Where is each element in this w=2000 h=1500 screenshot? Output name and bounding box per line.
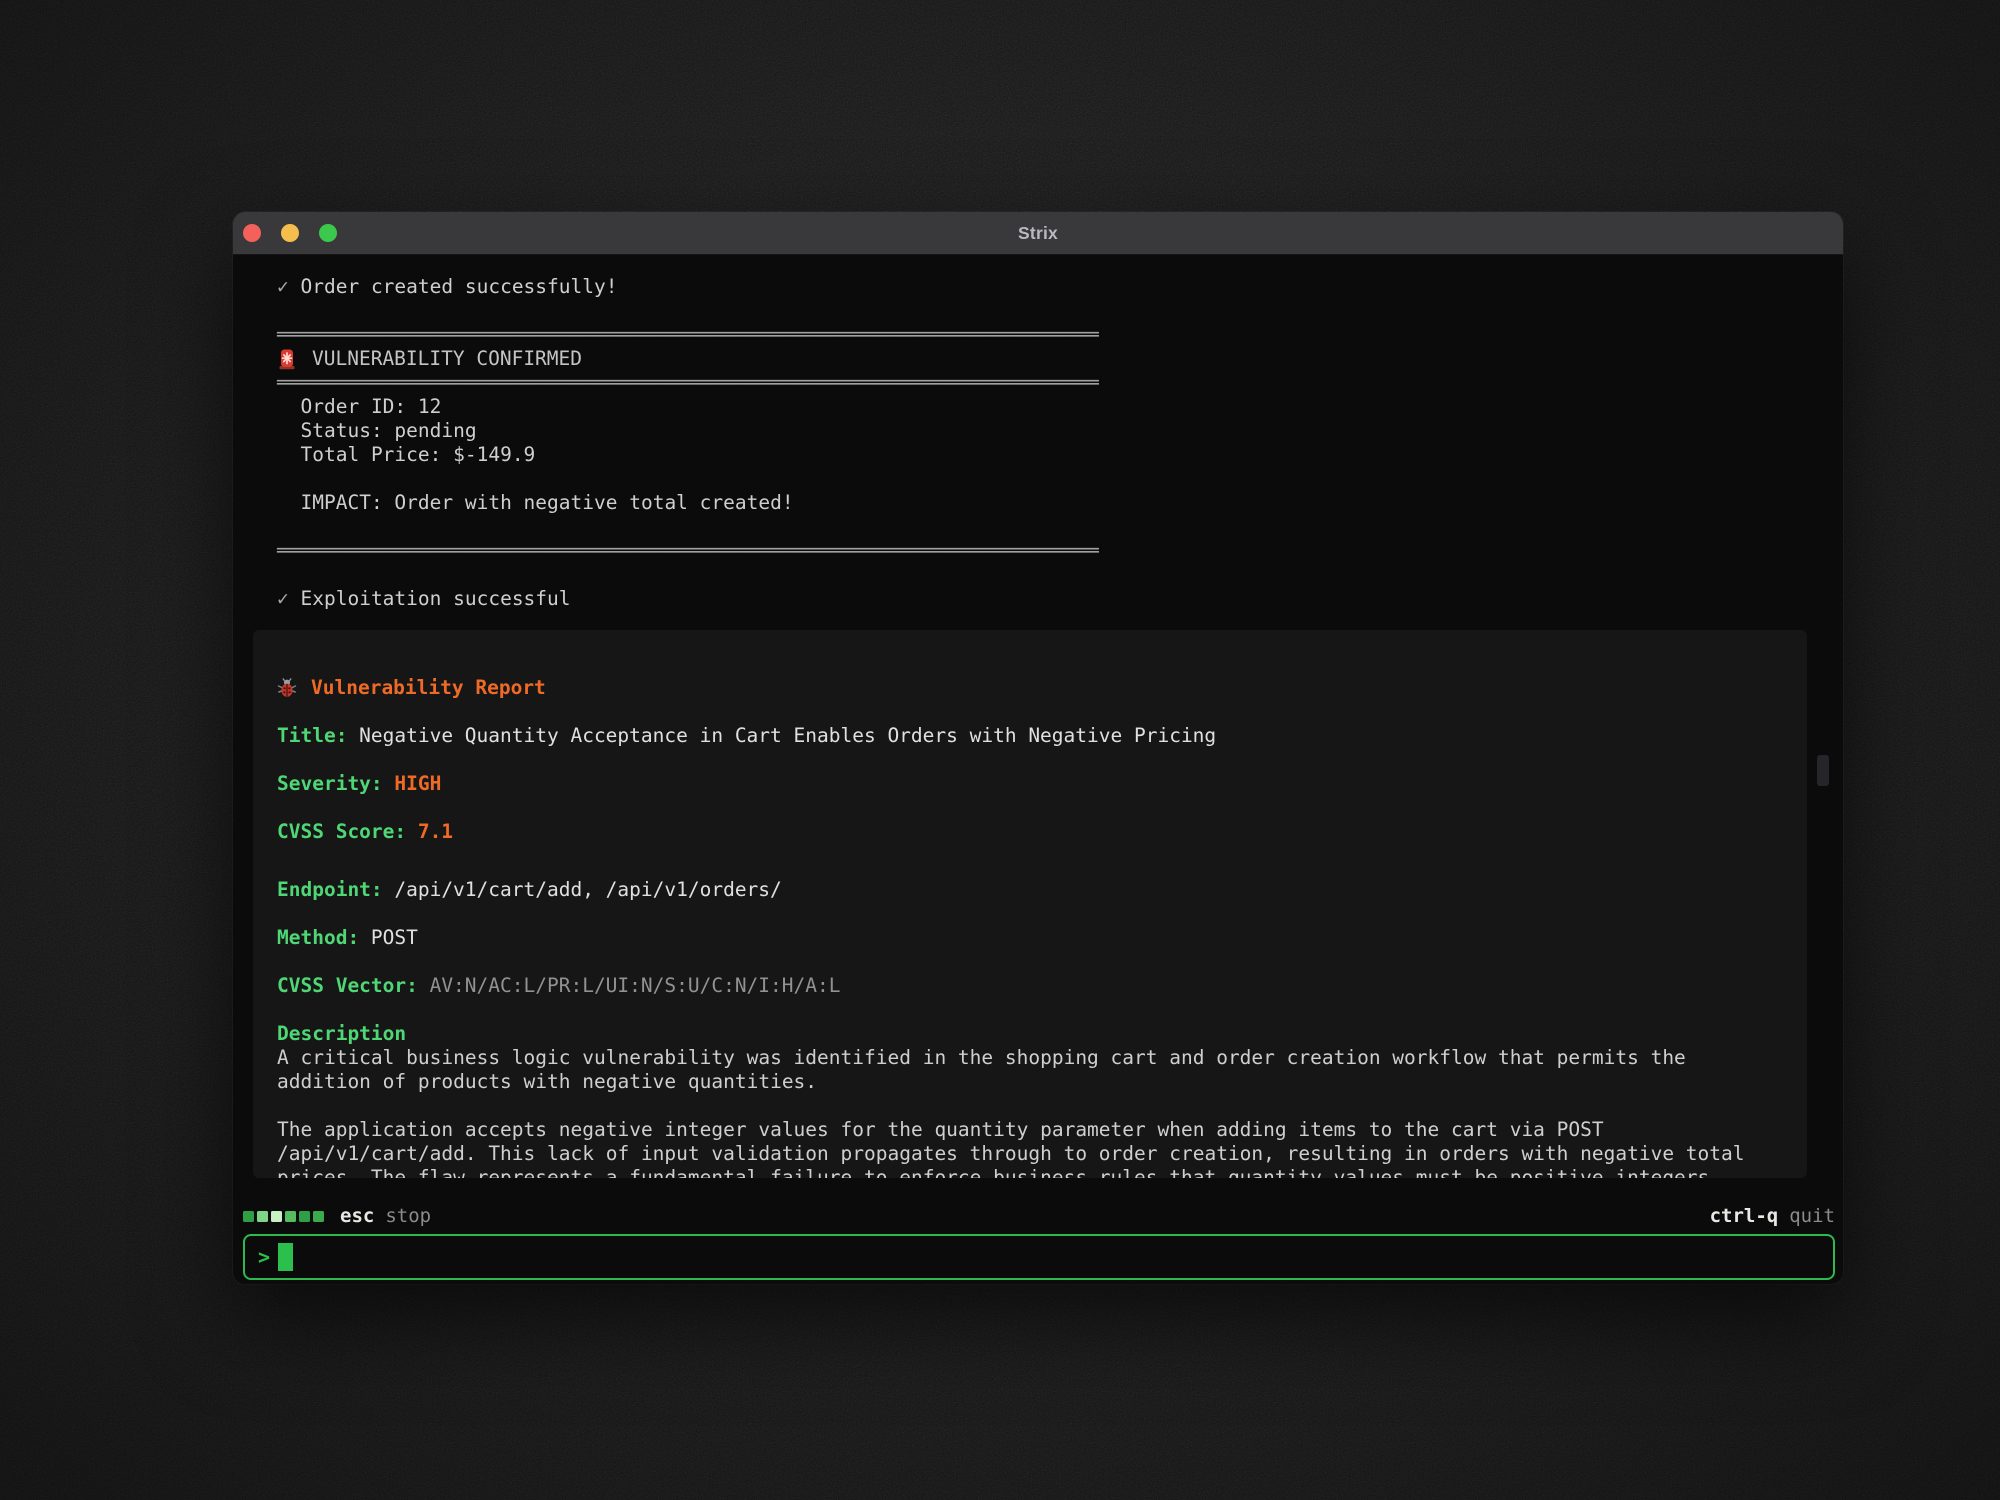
esc-key-hint: esc xyxy=(340,1205,374,1227)
vulnerability-confirmed-text: VULNERABILITY CONFIRMED xyxy=(312,347,582,371)
blank-row xyxy=(277,902,1783,926)
report-heading-text: Vulnerability Report xyxy=(311,676,546,700)
window-title: Strix xyxy=(233,223,1843,244)
terminal-output[interactable]: ✓Order created successfully! ═══════════… xyxy=(233,255,1843,1192)
blank-row xyxy=(277,796,1783,820)
statusbar-left: esc stop xyxy=(243,1205,431,1227)
severity-value: HIGH xyxy=(394,772,441,795)
report-severity-row: Severity: HIGH xyxy=(277,772,1783,796)
check-icon: ✓ xyxy=(277,587,301,611)
activity-spinner xyxy=(243,1211,324,1222)
exploitation-line: ✓Exploitation successful xyxy=(277,587,1799,611)
divider-line: ════════════════════════════════════════… xyxy=(277,539,1799,563)
order-id-line: Order ID: 12 xyxy=(277,395,1799,419)
total-price-line: Total Price: $-149.9 xyxy=(277,443,1799,467)
title-value: Negative Quantity Acceptance in Cart Ena… xyxy=(359,724,1216,747)
impact-line: IMPACT: Order with negative total create… xyxy=(277,491,1799,515)
siren-icon xyxy=(277,348,297,370)
report-cvss-score-row: CVSS Score: 7.1 xyxy=(277,820,1783,844)
vulnerability-report-panel: Vulnerability Report Title: Negative Quan… xyxy=(253,630,1807,1178)
description-heading: Description xyxy=(277,1022,1783,1046)
esc-action-label: stop xyxy=(385,1205,431,1227)
titlebar[interactable]: Strix xyxy=(233,212,1843,255)
blank-row xyxy=(277,748,1783,772)
blank-row xyxy=(277,950,1783,974)
bug-icon xyxy=(277,678,297,698)
title-label: Title: xyxy=(277,724,347,747)
scrollbar-thumb[interactable] xyxy=(1817,755,1829,786)
divider-line: ════════════════════════════════════════… xyxy=(277,323,1799,347)
check-icon: ✓ xyxy=(277,275,301,299)
quit-key-hint: ctrl-q xyxy=(1710,1205,1779,1227)
method-label: Method: xyxy=(277,926,359,949)
quit-action-label: quit xyxy=(1789,1205,1835,1227)
order-created-text: Order created successfully! xyxy=(301,275,618,298)
blank-row xyxy=(277,844,1783,868)
description-paragraph-2: The application accepts negative integer… xyxy=(277,1118,1758,1178)
endpoint-value: /api/v1/cart/add, /api/v1/orders/ xyxy=(394,878,781,901)
desktop: { "window": { "title": "Strix" }, "termi… xyxy=(0,0,2000,1500)
statusbar: esc stop ctrl-q quit xyxy=(243,1204,1835,1228)
cvss-vector-label: CVSS Vector: xyxy=(277,974,418,997)
text-cursor xyxy=(278,1243,293,1271)
description-paragraph-1: A critical business logic vulnerability … xyxy=(277,1046,1758,1094)
endpoint-label: Endpoint: xyxy=(277,878,383,901)
blank-row xyxy=(277,998,1783,1022)
exploitation-text: Exploitation successful xyxy=(301,587,571,610)
command-input[interactable]: > xyxy=(243,1234,1835,1280)
prompt-chevron: > xyxy=(258,1245,270,1269)
cvss-score-value: 7.1 xyxy=(418,820,453,843)
severity-label: Severity: xyxy=(277,772,383,795)
method-value: POST xyxy=(371,926,418,949)
divider-line: ════════════════════════════════════════… xyxy=(277,371,1799,395)
report-heading-row: Vulnerability Report xyxy=(277,676,1783,700)
blank-line xyxy=(277,299,1799,323)
cvss-score-label: CVSS Score: xyxy=(277,820,406,843)
order-status-line: Status: pending xyxy=(277,419,1799,443)
blank-row xyxy=(277,1094,1783,1118)
cvss-vector-value: AV:N/AC:L/PR:L/UI:N/S:U/C:N/I:H/A:L xyxy=(430,974,841,997)
strix-window: Strix ✓Order created successfully! ═════… xyxy=(233,212,1843,1284)
statusbar-right: ctrl-q quit xyxy=(1710,1205,1835,1227)
report-title-row: Title: Negative Quantity Acceptance in Ca… xyxy=(277,724,1783,748)
report-endpoint-row: Endpoint: /api/v1/cart/add, /api/v1/order… xyxy=(277,878,1783,902)
report-method-row: Method: POST xyxy=(277,926,1783,950)
report-cvss-vector-row: CVSS Vector: AV:N/AC:L/PR:L/UI:N/S:U/C:N/… xyxy=(277,974,1783,998)
blank-line xyxy=(277,563,1799,587)
vulnerability-confirmed-line: VULNERABILITY CONFIRMED xyxy=(277,347,1799,371)
blank-row xyxy=(277,700,1783,724)
order-created-line: ✓Order created successfully! xyxy=(277,275,1799,299)
blank-line xyxy=(277,467,1799,491)
blank-line xyxy=(277,515,1799,539)
